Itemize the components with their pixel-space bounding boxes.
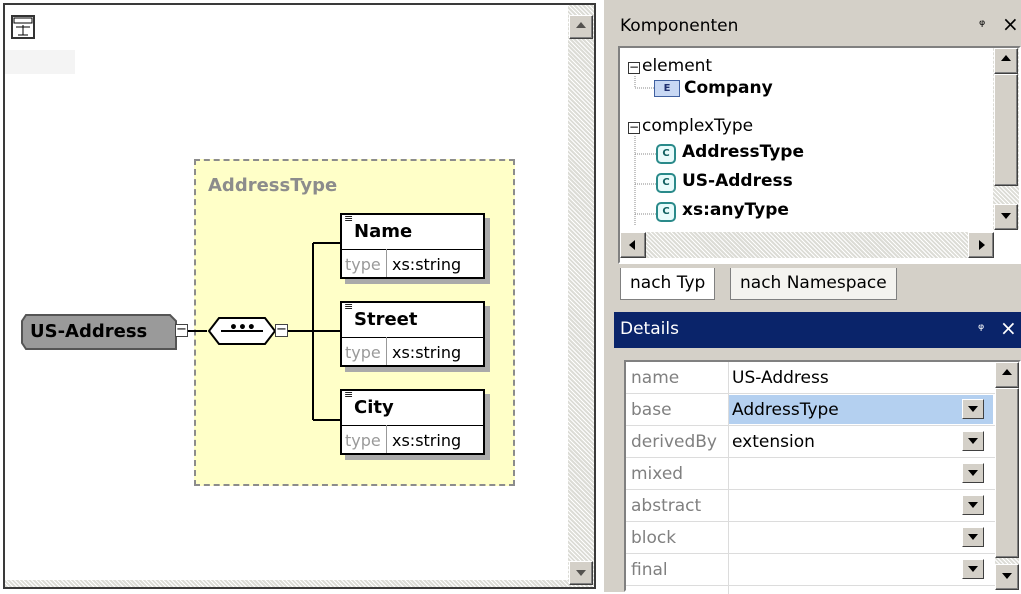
scroll-thumb[interactable]	[994, 74, 1018, 186]
element-doc-icon: ≡	[344, 388, 354, 401]
tree-group-label: element	[642, 56, 713, 76]
scroll-down-button[interactable]	[995, 564, 1019, 590]
element-name: Name	[354, 221, 413, 242]
arrow-down-icon	[1001, 213, 1011, 219]
tree-vscrollbar[interactable]	[993, 48, 1019, 230]
dropdown-button[interactable]	[962, 463, 984, 483]
components-header: Komponenten ᵠ ×	[604, 10, 1021, 43]
arrow-down-icon	[1002, 573, 1012, 579]
property-name: block	[631, 528, 677, 548]
complextype-icon: C	[656, 202, 676, 222]
element-doc-icon: ≡	[344, 212, 354, 225]
details-row-block[interactable]: block	[626, 522, 995, 554]
tree-branch	[634, 136, 656, 226]
root-element-us-address[interactable]: US-Address	[20, 313, 178, 351]
element-box-name[interactable]: ≡ Name type xs:string	[340, 213, 485, 279]
arrow-right-icon	[979, 240, 985, 250]
chevron-down-icon	[968, 438, 978, 444]
details-row-abstract[interactable]: abstract	[626, 490, 995, 522]
arrow-left-icon	[629, 240, 635, 250]
sequence-expander[interactable]: −	[275, 323, 288, 337]
scroll-thumb[interactable]	[995, 388, 1019, 558]
dropdown-button[interactable]	[962, 431, 984, 451]
root-expander[interactable]: −	[175, 323, 188, 337]
tree-branch	[634, 76, 654, 89]
scroll-left-button[interactable]	[620, 232, 646, 258]
tree-group-label: complexType	[642, 116, 754, 136]
sequence-compositor[interactable]: •••	[207, 316, 277, 346]
pin-icon[interactable]: ᵠ	[979, 16, 985, 34]
tree-item-label[interactable]: US-Address	[682, 171, 793, 191]
details-row-final[interactable]: final	[626, 554, 995, 586]
property-name: derivedBy	[631, 432, 717, 452]
complextype-icon: C	[656, 144, 676, 164]
property-value[interactable]: US-Address	[732, 368, 829, 388]
element-type-value: xs:string	[392, 431, 462, 450]
property-name: final	[631, 560, 668, 580]
details-row-base[interactable]: base AddressType	[626, 394, 995, 426]
element-name: Street	[354, 309, 418, 330]
scroll-right-button[interactable]	[968, 232, 994, 258]
dropdown-button[interactable]	[962, 495, 984, 515]
pin-icon[interactable]: ᵠ	[978, 320, 984, 338]
element-name: City	[354, 397, 394, 418]
arrow-up-icon	[1001, 55, 1011, 61]
property-name: mixed	[631, 464, 684, 484]
details-grid: name US-Address base AddressType derived…	[624, 360, 1021, 594]
property-value[interactable]: extension	[732, 432, 815, 452]
element-type-value: xs:string	[392, 343, 462, 362]
tab-nach-namespace[interactable]: nach Namespace	[730, 268, 897, 300]
arrow-up-icon	[1002, 369, 1012, 375]
collapse-icon[interactable]: −	[628, 121, 640, 134]
scroll-up-button[interactable]	[994, 48, 1018, 74]
element-box-city[interactable]: ≡ City type xs:string	[340, 389, 485, 455]
scroll-down-button[interactable]	[994, 204, 1018, 230]
property-value[interactable]: AddressType	[732, 400, 839, 420]
details-title: Details	[620, 319, 679, 339]
element-doc-icon: ≡	[344, 300, 354, 313]
chevron-down-icon	[968, 566, 978, 572]
chevron-down-icon	[968, 502, 978, 508]
details-header: Details ᵠ ×	[614, 312, 1021, 348]
tree-item-label[interactable]: xs:anyType	[682, 200, 789, 220]
element-icon: E	[654, 80, 680, 97]
details-row-mixed[interactable]: mixed	[626, 458, 995, 490]
details-row-name[interactable]: name US-Address	[626, 362, 995, 394]
tree-item-label[interactable]: Company	[684, 78, 773, 98]
element-type-label: type	[345, 431, 381, 450]
tree-hscrollbar[interactable]	[620, 232, 994, 258]
details-row-derivedby[interactable]: derivedBy extension	[626, 426, 995, 458]
tab-nach-typ[interactable]: nach Typ	[620, 268, 716, 300]
close-icon[interactable]: ×	[1002, 12, 1019, 36]
sequence-symbol: •••	[229, 320, 256, 336]
dropdown-button[interactable]	[962, 399, 984, 419]
dropdown-button[interactable]	[962, 527, 984, 547]
element-box-street[interactable]: ≡ Street type xs:string	[340, 301, 485, 367]
components-panel: Komponenten ᵠ × − element E Company − co…	[604, 0, 1021, 308]
element-type-label: type	[345, 255, 381, 274]
chevron-down-icon	[968, 534, 978, 540]
collapse-icon[interactable]: −	[628, 61, 640, 74]
components-title: Komponenten	[620, 16, 739, 36]
close-icon[interactable]: ×	[1000, 316, 1017, 340]
chevron-down-icon	[968, 470, 978, 476]
complextype-icon: C	[656, 173, 676, 193]
property-name: abstract	[631, 496, 702, 516]
details-panel: Details ᵠ × name US-Address base Address…	[604, 308, 1021, 594]
components-tree[interactable]: − element E Company − complexType C Addr…	[618, 46, 1021, 264]
property-name: base	[631, 400, 672, 420]
element-type-value: xs:string	[392, 255, 462, 274]
chevron-down-icon	[968, 406, 978, 412]
element-type-label: type	[345, 343, 381, 362]
scroll-up-button[interactable]	[995, 362, 1019, 388]
property-name: name	[631, 368, 680, 388]
dropdown-button[interactable]	[962, 559, 984, 579]
root-element-label: US-Address	[30, 321, 148, 342]
tree-item-label[interactable]: AddressType	[682, 142, 804, 162]
details-vscrollbar[interactable]	[995, 362, 1019, 590]
